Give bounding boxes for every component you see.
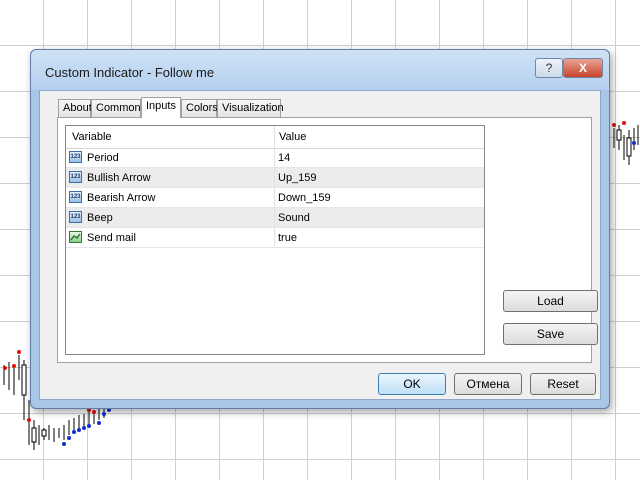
numeric-param-icon: 123 <box>69 211 82 223</box>
variable-name: Bullish Arrow <box>87 172 151 184</box>
numeric-param-icon: 123 <box>69 171 82 183</box>
cell-divider <box>274 188 275 207</box>
inputs-grid: Variable Value 123 Period 14 123 Bullish… <box>65 125 485 355</box>
column-header-variable[interactable]: Variable <box>72 126 112 148</box>
grid-header: Variable Value <box>66 126 484 149</box>
tab-common[interactable]: Common <box>91 99 141 117</box>
close-button[interactable]: X <box>563 58 603 78</box>
window-title: Custom Indicator - Follow me <box>45 65 215 80</box>
table-row[interactable]: 123 Bearish Arrow Down_159 <box>66 188 484 208</box>
tab-colors[interactable]: Colors <box>181 99 218 117</box>
variable-value[interactable]: true <box>278 228 297 248</box>
numeric-param-icon: 123 <box>69 191 82 203</box>
table-row[interactable]: 123 Beep Sound <box>66 208 484 228</box>
custom-indicator-dialog: Custom Indicator - Follow me ? X About C… <box>30 49 610 409</box>
cell-divider <box>274 148 275 167</box>
numeric-param-icon: 123 <box>69 151 82 163</box>
variable-value[interactable]: Sound <box>278 208 310 228</box>
column-divider[interactable] <box>274 126 275 148</box>
tab-visualization[interactable]: Visualization <box>217 99 284 117</box>
tab-inputs[interactable]: Inputs <box>141 97 181 118</box>
tab-about[interactable]: About <box>58 99 92 117</box>
title-bar[interactable]: Custom Indicator - Follow me ? X <box>31 50 609 90</box>
variable-name: Bearish Arrow <box>87 192 156 204</box>
help-button[interactable]: ? <box>535 58 563 78</box>
table-row[interactable]: 123 Period 14 <box>66 148 484 168</box>
column-header-value[interactable]: Value <box>279 126 306 148</box>
cancel-button[interactable]: Отмена <box>454 373 522 395</box>
reset-button[interactable]: Reset <box>530 373 596 395</box>
table-row[interactable]: Send mail true <box>66 228 484 248</box>
variable-value[interactable]: Down_159 <box>278 188 331 208</box>
dialog-body: About Common Inputs Colors Visualization… <box>39 90 601 400</box>
variable-name: Send mail <box>87 232 136 244</box>
variable-name: Beep <box>87 212 113 224</box>
load-button[interactable]: Load <box>503 290 598 312</box>
bool-param-icon <box>69 231 82 243</box>
variable-value[interactable]: Up_159 <box>278 168 317 188</box>
ok-button[interactable]: OK <box>378 373 446 395</box>
variable-name: Period <box>87 152 119 164</box>
variable-value[interactable]: 14 <box>278 148 290 168</box>
save-button[interactable]: Save <box>503 323 598 345</box>
cell-divider <box>274 228 275 247</box>
table-row[interactable]: 123 Bullish Arrow Up_159 <box>66 168 484 188</box>
inputs-panel: Variable Value 123 Period 14 123 Bullish… <box>57 117 598 363</box>
cell-divider <box>274 168 275 187</box>
cell-divider <box>274 208 275 227</box>
